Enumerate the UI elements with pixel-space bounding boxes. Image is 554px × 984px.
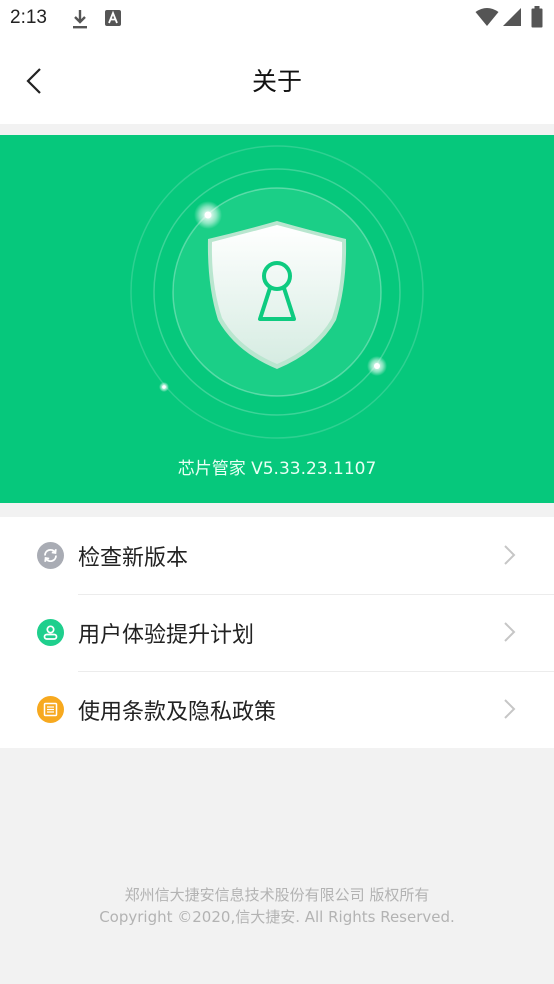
- user-experience-plan-label: 用户体验提升计划: [78, 623, 255, 648]
- download-icon: [70, 8, 90, 34]
- user-experience-plan-item[interactable]: 用户体验提升计划: [0, 594, 554, 671]
- copyright-notice: Copyright ©2020,信大捷安. All Rights Reserve…: [99, 908, 455, 926]
- battery-icon: [531, 6, 543, 32]
- about-menu: 检查新版本 用户体验提升计划 使用条款及隐私政策: [0, 517, 554, 748]
- chevron-right-icon: [504, 622, 516, 642]
- font-icon: [104, 8, 122, 32]
- user-icon: [37, 619, 64, 646]
- check-update-item[interactable]: 检查新版本: [0, 517, 554, 594]
- app-logo: [130, 145, 424, 439]
- app-bar: 关于: [0, 38, 554, 124]
- copyright-footer: 郑州信大捷安信息技术股份有限公司 版权所有 Copyright ©2020,信大…: [0, 884, 554, 928]
- terms-privacy-label: 使用条款及隐私政策: [78, 700, 277, 725]
- check-update-label: 检查新版本: [78, 546, 189, 571]
- about-hero: 芯片管家 V5.33.23.1107: [0, 135, 554, 503]
- status-time: 2:13: [10, 7, 47, 28]
- signal-icon: [502, 7, 522, 31]
- app-version: 芯片管家 V5.33.23.1107: [177, 459, 377, 479]
- wifi-icon: [475, 7, 499, 31]
- document-icon: [37, 696, 64, 723]
- page-title: 关于: [251, 67, 302, 96]
- terms-privacy-item[interactable]: 使用条款及隐私政策: [0, 671, 554, 748]
- refresh-icon: [37, 542, 64, 569]
- copyright-company: 郑州信大捷安信息技术股份有限公司 版权所有: [124, 886, 430, 904]
- chevron-right-icon: [504, 699, 516, 719]
- chevron-right-icon: [504, 545, 516, 565]
- status-bar: 2:13: [0, 0, 554, 38]
